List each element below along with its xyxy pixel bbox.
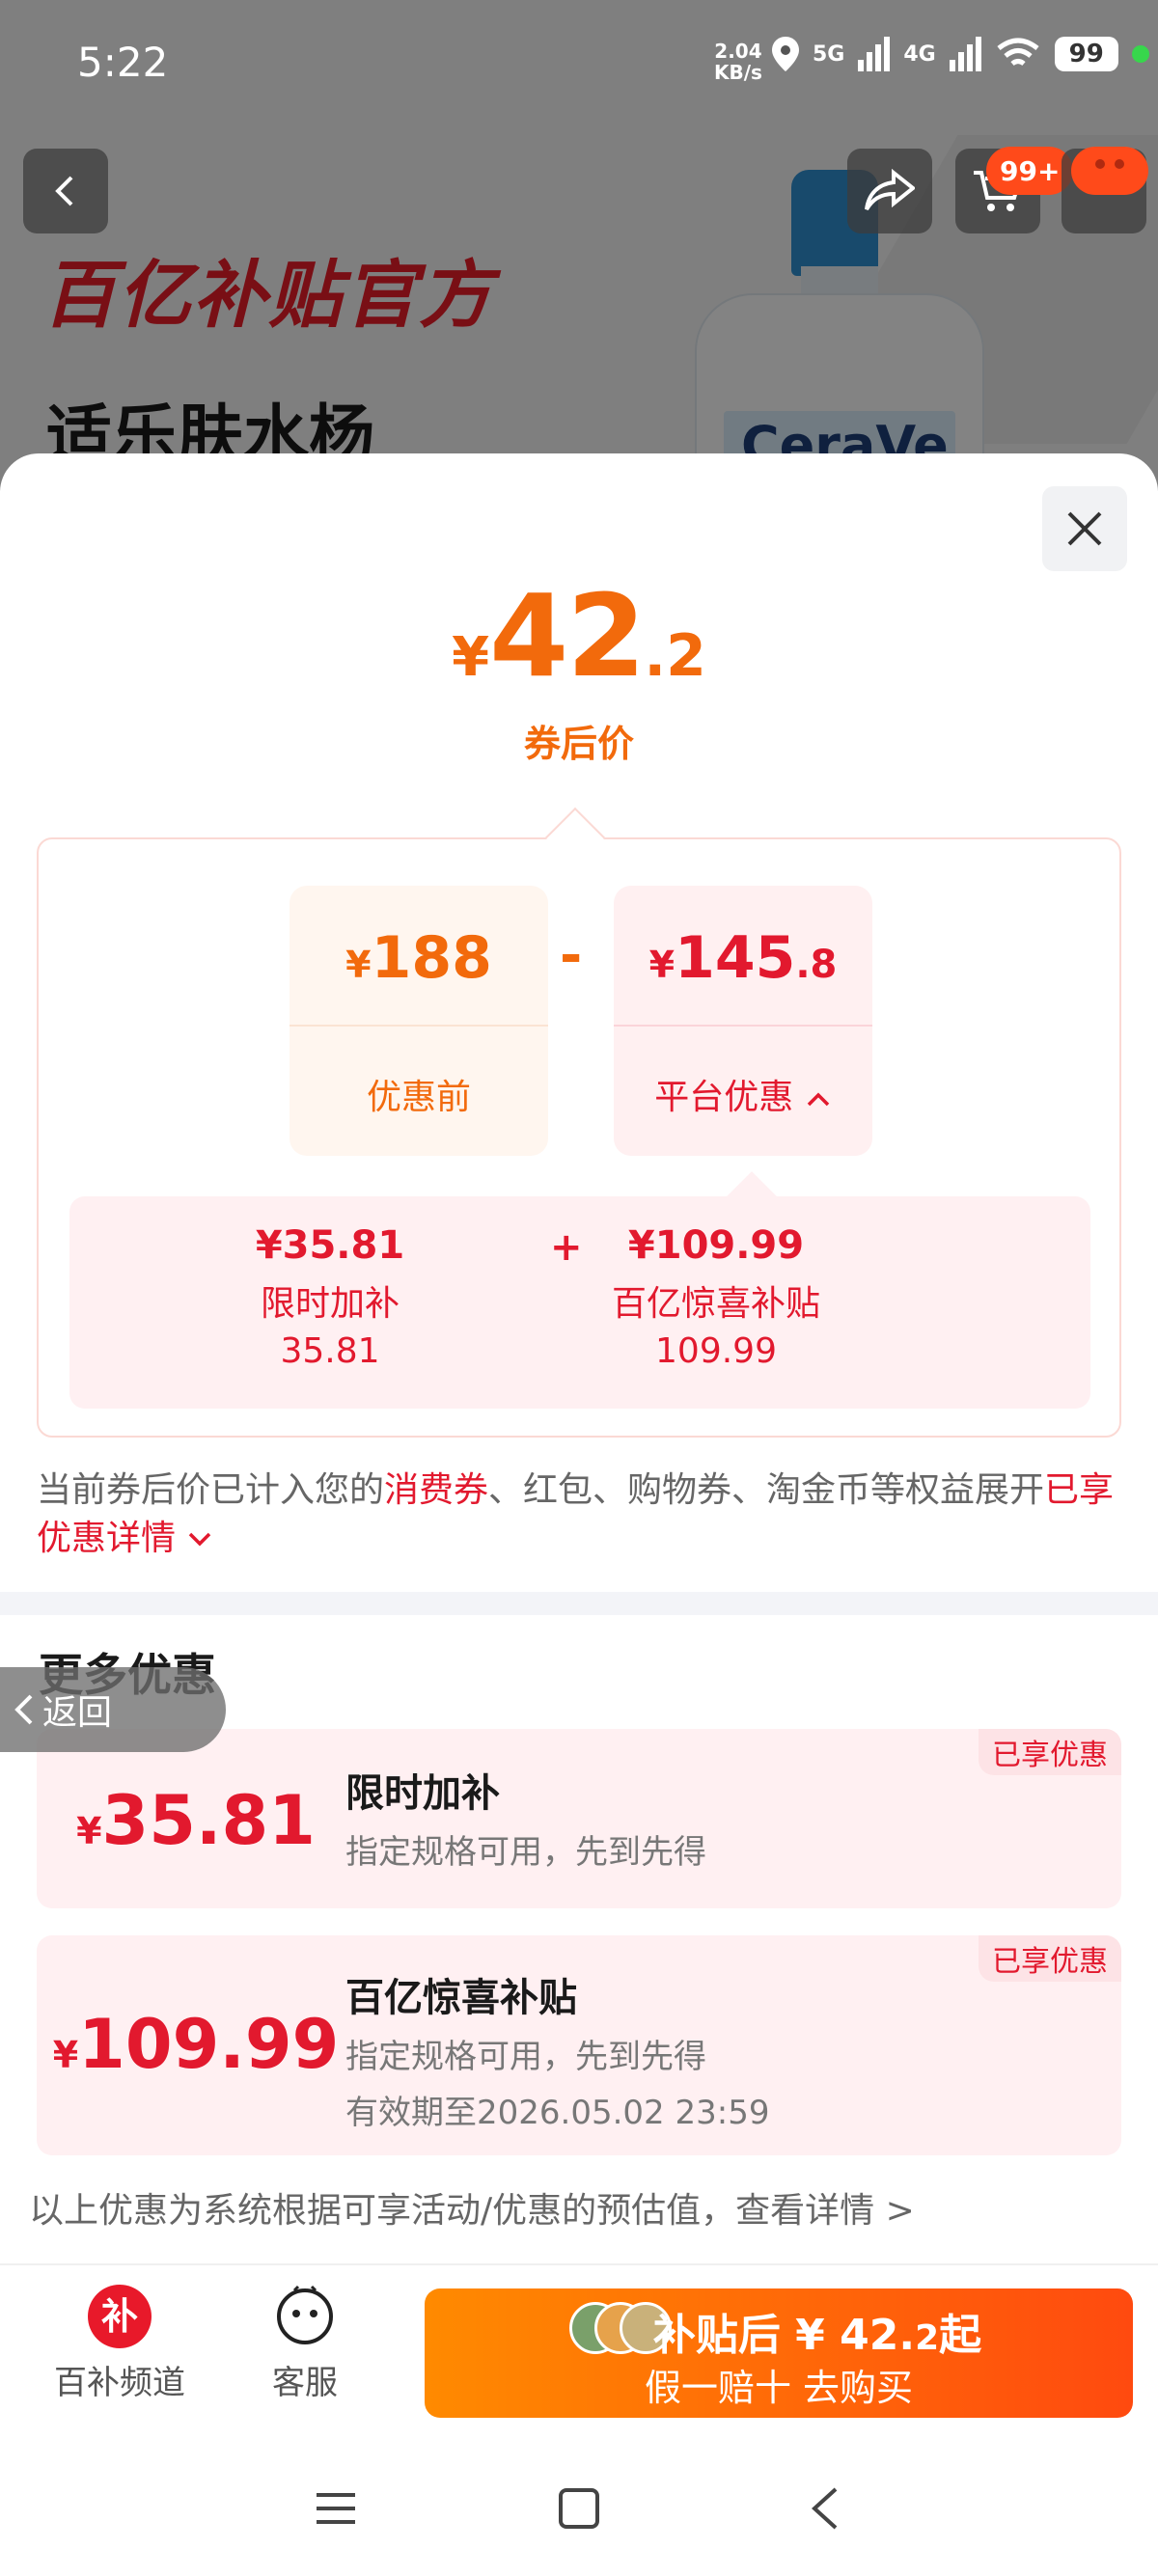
final-price-integer: 42 [489,569,646,702]
signal-bars-icon [858,37,891,71]
signal-bars-icon [949,37,981,71]
final-price-decimal: .2 [644,622,706,690]
breakdown-item: ¥109.99 百亿惊喜补贴 109.99 [581,1223,851,1371]
offer-name: 限时加补 [345,1771,500,1816]
share-button[interactable] [847,149,932,233]
back-nav-icon[interactable] [807,2485,841,2532]
customer-service-tab[interactable]: 客服 [228,2285,382,2403]
bottom-action-bar: 补 百补频道 客服 补贴后 ¥ 42.2起 假一赔十 去购买 [0,2263,1158,2418]
location-icon [772,37,799,71]
screen: 百亿补贴官方 适乐肤水杨 CeraVe 5:22 2.04 KB/s 5G 4G… [0,0,1158,2576]
offer-validity: 有效期至2026.05.02 23:59 [345,2094,770,2132]
benefit-note: 当前券后价已计入您的消费券、红包、购物券、淘金币等权益展开已享优惠详情 [37,1470,1115,1558]
home-icon[interactable] [558,2487,600,2530]
buy-price-line: 补贴后 ¥ 42.2起 [652,2311,982,2360]
coupon-highlight: 消费券 [384,1470,489,1510]
close-button[interactable] [1042,486,1127,571]
breakdown-item: ¥35.81 限时加补 35.81 [214,1223,446,1371]
final-price: ¥42.2 [0,569,1158,702]
breakdown-value: 35.81 [280,1331,380,1371]
offer-amount: ¥35.81 [76,1781,316,1860]
platform-value-int: 145 [675,924,796,992]
cart-count-badge: 99+ [986,147,1074,195]
breakdown-value: 109.99 [655,1331,777,1371]
price-detail-sheet: ¥42.2 券后价 ¥188 优惠前 - ¥145.8 平台优惠 ¥35.81 … [0,453,1158,2576]
chevron-left-icon [55,176,73,206]
discount-breakdown: ¥35.81 限时加补 35.81 + ¥109.99 百亿惊喜补贴 109.9… [69,1196,1090,1409]
breakdown-label: 限时加补 [260,1284,400,1324]
offer-card: ¥35.81 限时加补 指定规格可用，先到先得 已享优惠 [37,1729,1121,1908]
enjoyed-badge: 已享优惠 [979,1935,1121,1982]
buy-button[interactable]: 补贴后 ¥ 42.2起 假一赔十 去购买 [425,2288,1133,2418]
before-currency: ¥ [345,944,372,986]
offer-amount: ¥109.99 [52,2005,340,2084]
chevron-up-icon [807,1092,829,1107]
network-speed: 2.04 KB/s [714,40,762,84]
customer-service-icon [277,2285,333,2344]
floating-back-button[interactable]: 返回 [0,1667,226,1752]
subsidy-channel-tab[interactable]: 补 百补频道 [42,2285,197,2403]
final-price-caption: 券后价 [523,723,634,765]
section-divider [0,1592,1158,1615]
final-price-currency: ¥ [452,626,490,689]
offer-desc: 指定规格可用，先到先得 [345,1833,706,1872]
chevron-down-icon[interactable] [186,1530,213,1549]
status-bar: 5:22 2.04 KB/s 5G 4G 99 [0,0,1158,131]
offer-name: 百亿惊喜补贴 [345,1976,577,2020]
enjoyed-badge: 已享优惠 [979,1729,1121,1775]
price-before-card: ¥188 优惠前 [290,886,548,1156]
breakdown-amount: ¥35.81 [255,1223,405,1268]
before-value: 188 [371,924,492,992]
share-icon [865,169,915,211]
platform-value-dec: .8 [795,943,838,987]
status-icons: 5G 4G 99 [772,37,1149,71]
battery-icon: 99 [1054,37,1118,71]
offer-desc: 指定规格可用，先到先得 [345,2038,706,2076]
robot-face-icon [1095,159,1124,169]
subsidy-channel-label: 百补频道 [54,2364,185,2402]
close-icon [1067,511,1102,546]
chevron-left-icon [14,1694,33,1725]
offer-card: ¥109.99 百亿惊喜补贴 指定规格可用，先到先得 有效期至2026.05.0… [37,1935,1121,2155]
minus-operator: - [560,924,583,987]
customer-service-label: 客服 [272,2364,338,2402]
menu-icon[interactable] [315,2487,357,2530]
privacy-indicator-icon [1131,45,1149,63]
plus-operator: + [550,1225,583,1270]
message-badge [1071,147,1148,195]
wifi-icon [997,38,1039,67]
signal-5g-label: 5G [813,41,845,67]
signal-4g-label: 4G [903,41,936,67]
estimate-disclaimer-link[interactable]: 以上优惠为系统根据可享活动/优惠的预估值，查看详情 > [29,2182,915,2233]
back-button[interactable] [23,149,108,233]
breakdown-amount: ¥109.99 [627,1223,805,1268]
system-navigation-bar [0,2451,1158,2576]
platform-currency: ¥ [648,944,676,986]
platform-label-row: 平台优惠 [614,1069,872,1119]
breakdown-label: 百亿惊喜补贴 [611,1284,820,1324]
subsidy-channel-icon: 补 [88,2285,152,2348]
platform-discount-card[interactable]: ¥145.8 平台优惠 [614,886,872,1156]
buy-guarantee-line: 假一赔十 去购买 [644,2367,914,2409]
price-calculation: ¥188 优惠前 - ¥145.8 平台优惠 ¥35.81 限时加补 35.81 [37,837,1121,1438]
before-label: 优惠前 [366,1078,471,1117]
status-time: 5:22 [77,39,169,86]
floating-back-label: 返回 [42,1693,113,1733]
platform-label: 平台优惠 [654,1078,794,1117]
